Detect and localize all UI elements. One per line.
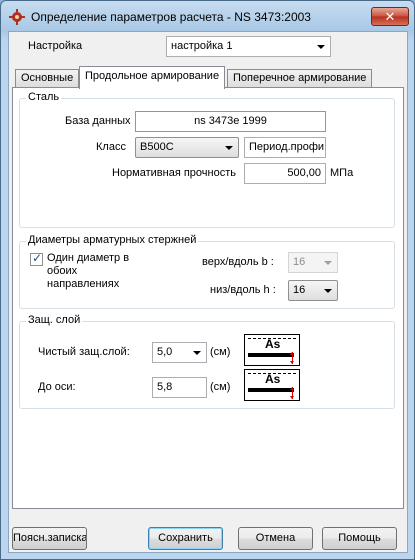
bottom-diameter-value: 16 bbox=[293, 284, 306, 296]
axis-distance-diagram: As bbox=[244, 369, 300, 401]
steel-group-title: Сталь bbox=[26, 91, 62, 103]
help-button[interactable]: Помощь bbox=[322, 527, 397, 550]
diagram-as-label: As bbox=[265, 337, 281, 351]
same-diameter-label-line2: обоих bbox=[47, 265, 78, 277]
diagram-rebar bbox=[248, 388, 294, 392]
tab-panel-longitudinal: Сталь База данных ns 3473e 1999 Класс B5… bbox=[12, 87, 404, 509]
dialog-client: Настройка настройка 1 Основные Продольно… bbox=[8, 31, 408, 553]
dialog-window: Определение параметров расчета - NS 3473… bbox=[0, 0, 415, 560]
database-input[interactable]: ns 3473e 1999 bbox=[135, 111, 326, 132]
diameters-group-title: Диаметры арматурных стержней bbox=[26, 234, 199, 246]
same-diameter-checkbox[interactable]: ✓ bbox=[30, 251, 43, 266]
axis-distance-input[interactable]: 5,8 bbox=[152, 377, 207, 398]
database-label: База данных bbox=[65, 115, 131, 127]
diagram-rebar bbox=[248, 353, 294, 357]
app-gear-icon bbox=[9, 9, 25, 25]
tab-main[interactable]: Основные bbox=[15, 69, 80, 88]
bottom-diameter-label: низ/вдоль h : bbox=[210, 284, 276, 296]
settings-label: Настройка bbox=[28, 40, 83, 52]
save-button[interactable]: Сохранить bbox=[148, 527, 223, 550]
clear-cover-diagram: As bbox=[244, 334, 300, 366]
steel-class-value: B500C bbox=[140, 141, 174, 153]
chevron-down-icon bbox=[317, 45, 325, 49]
top-diameter-select[interactable]: 16 bbox=[288, 252, 338, 273]
clear-cover-label: Чистый защ.слой: bbox=[38, 346, 130, 358]
clear-cover-select[interactable]: 5,0 bbox=[152, 342, 207, 363]
axis-distance-label: До оси: bbox=[38, 381, 76, 393]
top-diameter-label: верх/вдоль b : bbox=[202, 256, 274, 268]
bottom-diameter-select[interactable]: 16 bbox=[288, 280, 338, 301]
same-diameter-label-line1: Один диаметр в bbox=[47, 252, 130, 264]
notes-button[interactable]: Пояcн.записка bbox=[12, 527, 87, 550]
diameters-group: Диаметры арматурных стержней ✓ Один диам… bbox=[19, 234, 395, 309]
chevron-down-icon bbox=[324, 289, 332, 293]
profile-field[interactable]: Период.профи bbox=[244, 137, 326, 158]
cover-group-title: Защ. слой bbox=[26, 314, 83, 326]
strength-input[interactable]: 500,00 bbox=[244, 163, 326, 184]
cancel-button[interactable]: Отмена bbox=[238, 527, 313, 550]
chevron-down-icon bbox=[193, 351, 201, 355]
window-title: Определение параметров расчета - NS 3473… bbox=[31, 10, 311, 24]
dimension-arrow-icon bbox=[290, 352, 295, 364]
checkmark-icon: ✓ bbox=[32, 251, 43, 265]
clear-cover-value: 5,0 bbox=[157, 346, 173, 358]
chevron-down-icon bbox=[324, 261, 332, 265]
dimension-arrow-icon bbox=[290, 387, 295, 399]
tab-bar: Основные Продольное армирование Поперечн… bbox=[9, 66, 407, 89]
clear-cover-unit: (см) bbox=[210, 346, 231, 358]
diagram-as-label: As bbox=[265, 372, 281, 386]
steel-group: Сталь База данных ns 3473e 1999 Класс B5… bbox=[19, 91, 395, 228]
close-button[interactable]: ✕ bbox=[371, 7, 409, 26]
strength-label: Нормативная прочность bbox=[112, 167, 236, 179]
settings-select-value: настройка 1 bbox=[171, 40, 233, 52]
top-diameter-value: 16 bbox=[293, 256, 306, 268]
title-bar[interactable]: Определение параметров расчета - NS 3473… bbox=[1, 1, 414, 31]
tab-transverse-reinforcement[interactable]: Поперечное армирование bbox=[227, 69, 373, 88]
tab-longitudinal-reinforcement[interactable]: Продольное армирование bbox=[79, 66, 226, 89]
axis-distance-unit: (см) bbox=[210, 381, 231, 393]
chevron-down-icon bbox=[225, 146, 233, 150]
same-diameter-label-line3: направлениях bbox=[47, 278, 120, 290]
strength-unit: МПа bbox=[330, 167, 354, 179]
class-label: Класс bbox=[96, 141, 126, 153]
cover-group: Защ. слой Чистый защ.слой: 5,0 (см) As Д… bbox=[19, 314, 395, 409]
settings-select[interactable]: настройка 1 bbox=[166, 36, 331, 57]
steel-class-select[interactable]: B500C bbox=[135, 137, 239, 158]
